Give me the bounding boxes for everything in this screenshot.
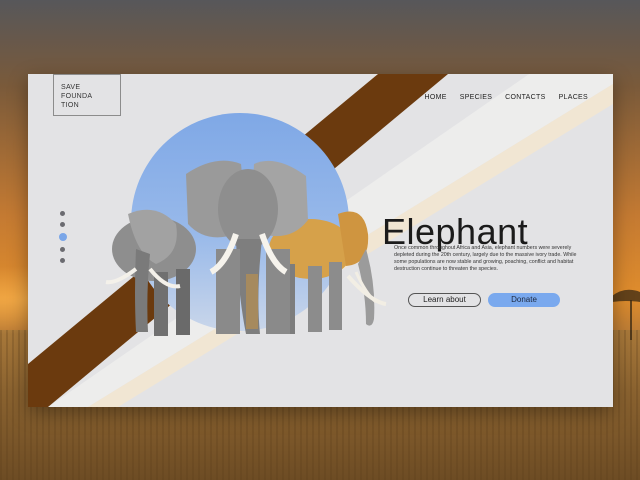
logo[interactable]: SAVE FOUNDA TION <box>53 74 121 116</box>
learn-about-button[interactable]: Learn about <box>408 293 481 307</box>
slider-dot-2[interactable] <box>60 222 65 227</box>
logo-line-3: TION <box>61 102 79 109</box>
nav-contacts[interactable]: CONTACTS <box>505 94 545 101</box>
left-elephant <box>105 209 196 336</box>
slider-dot-4[interactable] <box>60 247 65 252</box>
logo-line-2: FOUNDA <box>61 93 93 100</box>
landing-card: SAVE FOUNDA TION HOME SPECIES CONTACTS P… <box>28 74 613 407</box>
slider-dot-3-active[interactable] <box>58 233 67 241</box>
nav-species[interactable]: SPECIES <box>460 94 492 101</box>
slider-dot-5[interactable] <box>60 258 65 263</box>
hero-description: Once common throughout Africa and Asia, … <box>394 245 577 272</box>
logo-line-1: SAVE <box>61 84 81 91</box>
nav-places[interactable]: PLACES <box>559 94 588 101</box>
slider-dots <box>58 211 67 269</box>
nav-home[interactable]: HOME <box>425 94 447 101</box>
donate-button[interactable]: Donate <box>488 293 560 307</box>
elephants-image <box>105 160 387 336</box>
acacia-tree-icon <box>612 289 640 340</box>
slider-dot-1[interactable] <box>60 211 65 216</box>
main-nav: HOME SPECIES CONTACTS PLACES <box>425 94 588 101</box>
